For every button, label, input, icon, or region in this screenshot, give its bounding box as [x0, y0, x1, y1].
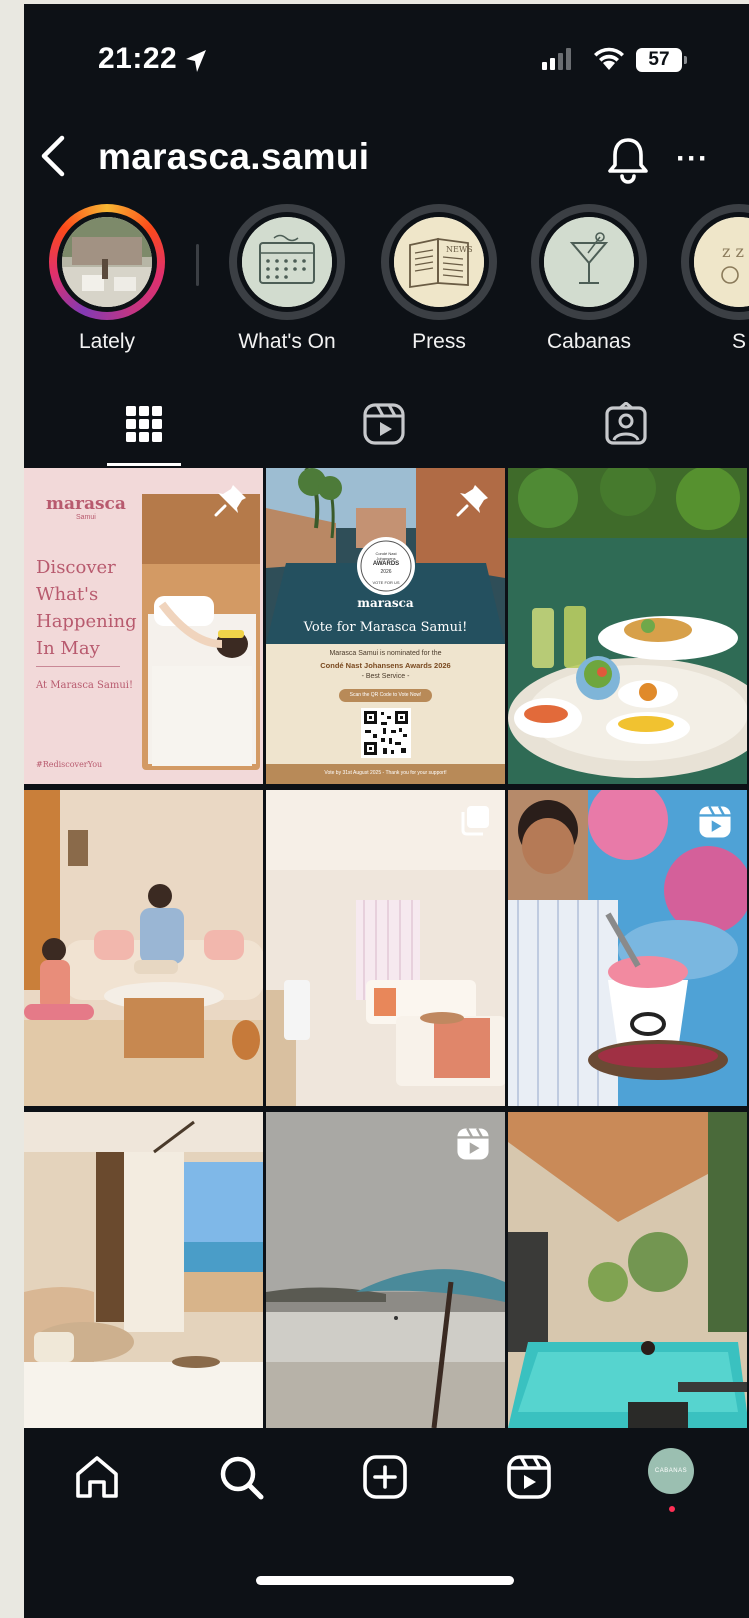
- post-grid: marasca Samui Discover What's Happening …: [24, 468, 749, 1428]
- award-badge-year: 2026: [380, 569, 392, 575]
- status-time: 21:22: [98, 42, 178, 75]
- post-text-line: Condé Nast Johansens Awards 2026: [320, 661, 451, 670]
- pin-icon: [456, 485, 488, 517]
- post-text-line: Marasca Samui is nominated for the: [329, 650, 442, 657]
- profile-username: marasca.samui: [98, 136, 370, 177]
- search-icon[interactable]: [216, 1452, 266, 1502]
- svg-text:NEWS: NEWS: [446, 245, 473, 254]
- award-badge-title: Condé Nast Johansens: [375, 551, 397, 561]
- highlight-label: Press: [412, 330, 466, 353]
- location-arrow-icon: [186, 50, 206, 72]
- highlight-lately[interactable]: Lately: [32, 204, 182, 354]
- newspaper-icon: NEWS: [394, 217, 484, 307]
- battery-indicator: 57: [636, 48, 682, 72]
- post-text-line: - Best Service -: [361, 673, 410, 680]
- more-options-button[interactable]: ···: [676, 142, 709, 176]
- highlight-partial[interactable]: z z S: [664, 204, 749, 354]
- notification-bell-icon[interactable]: [604, 134, 652, 184]
- reel-icon: [699, 805, 731, 838]
- profile-avatar[interactable]: CABANAS: [648, 1448, 694, 1494]
- award-badge-text: AWARDS: [372, 561, 400, 567]
- post-tile[interactable]: marasca Samui Discover What's Happening …: [24, 468, 263, 784]
- calendar-icon: [242, 217, 332, 307]
- highlight-label: What's On: [238, 330, 336, 353]
- highlight-ring: z z: [681, 204, 749, 320]
- wifi-icon: [594, 47, 624, 70]
- post-tile[interactable]: [508, 1112, 747, 1428]
- post-tile[interactable]: [508, 790, 747, 1106]
- notification-dot: [669, 1506, 675, 1512]
- qr-code: [361, 708, 411, 758]
- highlight-whats-on[interactable]: What's On: [212, 204, 362, 354]
- post-cta: Scan the QR Code to Vote Now!: [339, 689, 432, 702]
- post-brand: marasca: [357, 596, 414, 610]
- highlight-ring: [229, 204, 345, 320]
- phone-screen: 21:22 57 marasca.samui ··· Lately What's…: [24, 4, 749, 1618]
- create-post-icon[interactable]: [360, 1452, 410, 1502]
- post-photo: [142, 494, 260, 770]
- cocktail-icon: [544, 217, 634, 307]
- battery-tip: [684, 56, 687, 64]
- home-icon[interactable]: [72, 1452, 122, 1502]
- highlight-divider: [196, 244, 199, 286]
- post-tile[interactable]: Condé Nast Johansens AWARDS 2026 VOTE FO…: [266, 468, 505, 784]
- svg-text:z z: z z: [722, 242, 744, 261]
- highlight-label: S: [731, 330, 746, 353]
- highlight-cover-lately: [62, 217, 152, 307]
- post-photo: [266, 790, 505, 1106]
- reels-tab[interactable]: [362, 402, 406, 446]
- award-badge-vote: VOTE FOR US: [372, 580, 400, 585]
- pin-icon: [214, 485, 246, 517]
- post-tile[interactable]: [508, 468, 747, 784]
- post-tile[interactable]: [266, 1112, 505, 1428]
- carousel-icon: [461, 806, 489, 836]
- post-photo: [24, 1112, 263, 1428]
- post-footer: Vote by 31st August 2025 - Thank you for…: [324, 770, 447, 776]
- post-tile[interactable]: [24, 1112, 263, 1428]
- bottom-navigation: CABANAS: [24, 1428, 749, 1618]
- home-indicator[interactable]: [256, 1576, 514, 1585]
- post-headline: Discover What's Happening In May: [36, 557, 137, 659]
- highlight-cabanas[interactable]: Cabanas: [514, 204, 664, 354]
- highlight-ring: [49, 204, 165, 320]
- post-brand-sub: Samui: [76, 514, 96, 521]
- posts-grid-tab[interactable]: [122, 402, 166, 446]
- post-photo: [508, 1112, 747, 1428]
- highlight-press[interactable]: NEWS Press: [364, 204, 514, 354]
- highlight-ring: [531, 204, 647, 320]
- post-hashtag: #RediscoverYou: [36, 760, 103, 769]
- reel-icon: [457, 1127, 489, 1160]
- tagged-tab[interactable]: [604, 402, 648, 446]
- post-headline: Vote for Marasca Samui!: [303, 620, 468, 635]
- post-photo: [24, 790, 263, 1106]
- cellular-signal-icon: [542, 48, 571, 70]
- post-tile[interactable]: [266, 790, 505, 1106]
- active-tab-indicator: [107, 463, 181, 466]
- highlight-ring: NEWS: [381, 204, 497, 320]
- post-photo: [508, 468, 747, 784]
- post-location: At Marasca Samui!: [36, 680, 134, 691]
- reels-icon[interactable]: [504, 1452, 554, 1502]
- post-tile[interactable]: [24, 790, 263, 1106]
- back-button[interactable]: [36, 132, 72, 180]
- highlight-label: Cabanas: [546, 330, 632, 353]
- highlight-label: Lately: [78, 330, 136, 353]
- post-brand: marasca: [46, 494, 126, 514]
